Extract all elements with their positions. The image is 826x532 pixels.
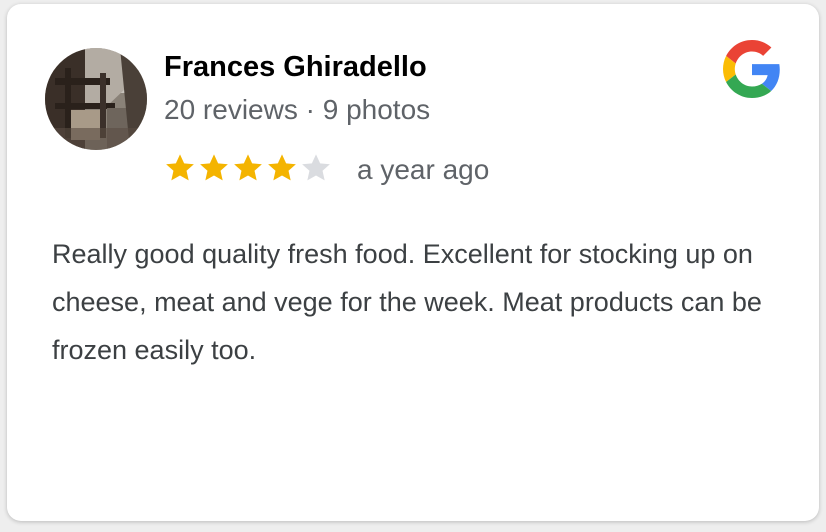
star-icon <box>268 154 296 181</box>
avatar-photo <box>45 48 147 150</box>
reviewer-meta: 20 reviews · 9 photos <box>164 94 431 125</box>
review-text: Really good quality fresh food. Excellen… <box>52 239 762 365</box>
google-logo-icon <box>723 40 780 98</box>
reviewer-avatar[interactable] <box>45 48 147 150</box>
star-icon <box>302 154 330 181</box>
review-card: Frances Ghiradello 20 reviews · 9 photos… <box>7 4 819 521</box>
star-icon <box>200 154 228 181</box>
review-time: a year ago <box>357 154 490 185</box>
star-icon <box>234 154 262 181</box>
reviewer-name[interactable]: Frances Ghiradello <box>164 51 427 84</box>
star-rating <box>164 152 332 184</box>
star-icon <box>166 154 194 181</box>
